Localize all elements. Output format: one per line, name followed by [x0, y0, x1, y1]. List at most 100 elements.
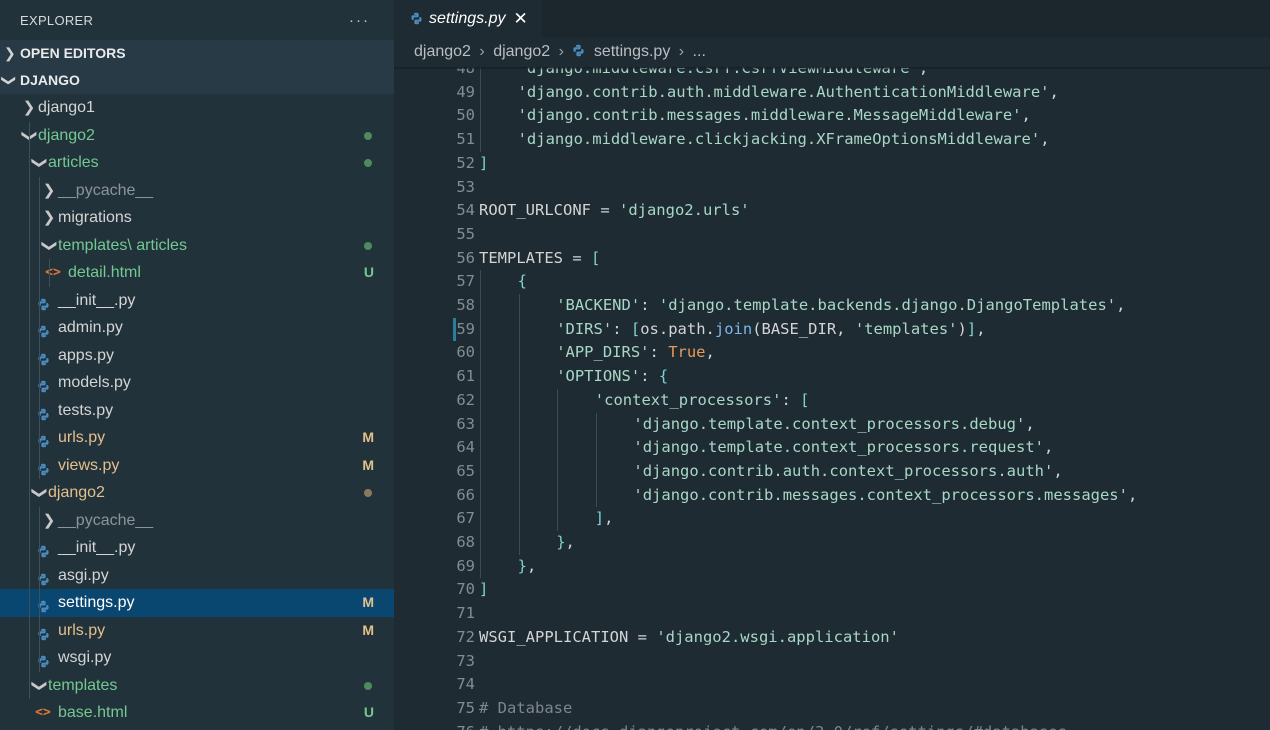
code-token: TEMPLATES = [479, 248, 591, 267]
line-number: 63 [456, 414, 475, 433]
file-item[interactable]: tests.py [0, 397, 394, 425]
code-line: 60 'APP_DIRS': True, [394, 341, 1270, 365]
code-line: 58 'BACKEND': 'django.template.backends.d… [394, 294, 1270, 318]
file-item[interactable]: models.py [0, 369, 394, 397]
code-token: [ [800, 390, 810, 409]
status-badge: M [362, 594, 374, 610]
folder-item[interactable]: ❯django2 [0, 122, 394, 150]
tree-item-label: apps.py [58, 346, 115, 364]
line-number: 50 [456, 106, 475, 125]
editor-area: settings.py ✕ django2 › django2 › settin… [394, 0, 1270, 730]
code-text: { [518, 270, 527, 294]
workspace-section[interactable]: ❯ DJANGO [0, 67, 394, 94]
code-token: # Database [479, 698, 573, 717]
code-token: 'templates' [854, 319, 958, 338]
line-number: 61 [456, 367, 475, 386]
code-text: 'APP_DIRS': True, [556, 341, 715, 365]
status-badge: M [362, 456, 374, 473]
status-dot [364, 681, 372, 690]
line-number: 51 [456, 130, 475, 149]
file-item[interactable]: urls.py M [0, 617, 394, 645]
open-editors-section[interactable]: ❯ OPEN EDITORS [0, 40, 394, 67]
tree-indent-guide [49, 259, 50, 287]
status-dot [364, 489, 372, 497]
code-token: True [668, 343, 706, 362]
python-file-icon-wrap [35, 452, 51, 480]
indent-guide [480, 67, 481, 152]
close-icon[interactable]: ✕ [513, 9, 527, 29]
python-file-icon-wrap [35, 287, 51, 315]
code-token: , [705, 343, 715, 362]
folder-item[interactable]: ❯ django1 [0, 94, 394, 122]
tree-indent-guide [39, 176, 40, 479]
code-token: join [714, 319, 753, 338]
code-token: } [556, 533, 566, 551]
tree-item-label: views.py [58, 456, 120, 474]
python-file-icon-wrap [35, 644, 51, 672]
folder-item[interactable]: ❯ migrations [0, 204, 394, 232]
code-token: ] [966, 319, 977, 338]
code-token: 'django2.urls' [618, 201, 750, 220]
file-item[interactable]: views.py M [0, 452, 394, 480]
code-line: 72 WSGI_APPLICATION = 'django2.wsgi.appli… [394, 626, 1270, 650]
code-text: 'OPTIONS': { [556, 365, 668, 389]
ellipsis-icon[interactable]: ··· [349, 12, 370, 29]
code-line: 63 'django.template.context_processors.de… [394, 413, 1270, 437]
folder-item[interactable]: ❯ __pycache__ [0, 177, 394, 205]
code-line: 68}, [394, 531, 1270, 555]
line-number: 71 [456, 604, 475, 623]
code-token: , [1025, 414, 1035, 433]
code-token: 'context_processors' [594, 390, 782, 409]
line-number: 67 [456, 509, 475, 528]
code-token: : [640, 367, 659, 386]
file-item[interactable]: __init__.py [0, 287, 394, 315]
file-item[interactable]: asgi.py [0, 562, 394, 590]
code-text: ] [479, 152, 488, 176]
file-item[interactable]: <> base.html U [0, 699, 394, 727]
breadcrumb-item-symbols[interactable]: ... [693, 43, 706, 60]
code-text: 'django.template.context_processors.requ… [633, 436, 1053, 460]
tab-settings-py[interactable]: settings.py ✕ [394, 0, 542, 37]
folder-item[interactable]: ❯ templates\ articles [0, 232, 394, 260]
code-line: 67], [394, 507, 1270, 531]
code-line: 74 [394, 673, 1270, 697]
file-item[interactable]: <> detail.html U [0, 259, 394, 287]
breadcrumb-item-file[interactable]: settings.py [594, 43, 670, 60]
file-item[interactable]: wsgi.py [0, 644, 394, 672]
code-line: 55 [394, 223, 1270, 247]
code-line: 76 # https://docs.djangoproject.com/en/3.… [394, 721, 1270, 730]
folder-item[interactable]: ❯ templates [0, 672, 394, 700]
line-number: 58 [456, 296, 475, 314]
line-number: 69 [456, 556, 475, 575]
status-dot [364, 241, 372, 250]
line-number: 53 [456, 177, 475, 196]
folder-item[interactable]: ❯ __pycache__ [0, 507, 394, 535]
code-text: 'BACKEND': 'django.template.backends.dja… [556, 294, 1125, 318]
explorer-sidebar: EXPLORER ··· ❯ OPEN EDITORS ❯ DJANGO ❯ dj… [0, 0, 394, 730]
file-item[interactable]: apps.py [0, 342, 394, 370]
tree-item-label: settings.py [58, 594, 135, 611]
code-editor[interactable]: 48'django.middleware.csrf.CsrfViewMiddle… [394, 67, 1270, 730]
file-item[interactable]: admin.py [0, 314, 394, 342]
code-token: { [658, 367, 669, 386]
code-token: , [1053, 461, 1063, 480]
file-item[interactable]: settings.py M [0, 589, 394, 617]
code-token: : [781, 390, 801, 409]
code-text: 'django.contrib.messages.context_process… [633, 484, 1137, 508]
status-badge: M [362, 621, 374, 638]
breadcrumb-item-django2-inner[interactable]: django2 [493, 43, 550, 60]
file-item[interactable]: urls.py M [0, 424, 394, 452]
tree-item-label: __pycache__ [58, 181, 154, 199]
folder-item[interactable]: ❯ articles [0, 149, 394, 177]
folder-item[interactable]: ❯django2 [0, 479, 394, 507]
code-token: 'django.template.backends.django.DjangoT… [658, 296, 1117, 314]
code-token: ) [957, 319, 967, 338]
file-item[interactable]: __init__.py [0, 534, 394, 562]
code-text: # https://docs.djangoproject.com/en/3.0/… [479, 721, 1067, 730]
code-line: 75 # Database [394, 697, 1270, 721]
code-text: 'django.template.context_processors.debu… [633, 413, 1034, 437]
code-token: WSGI_APPLICATION = [479, 627, 657, 646]
breadcrumb-item-django2[interactable]: django2 [414, 43, 471, 60]
tree-item-label: base.html [58, 704, 128, 721]
open-editors-label: OPEN EDITORS [20, 45, 126, 61]
